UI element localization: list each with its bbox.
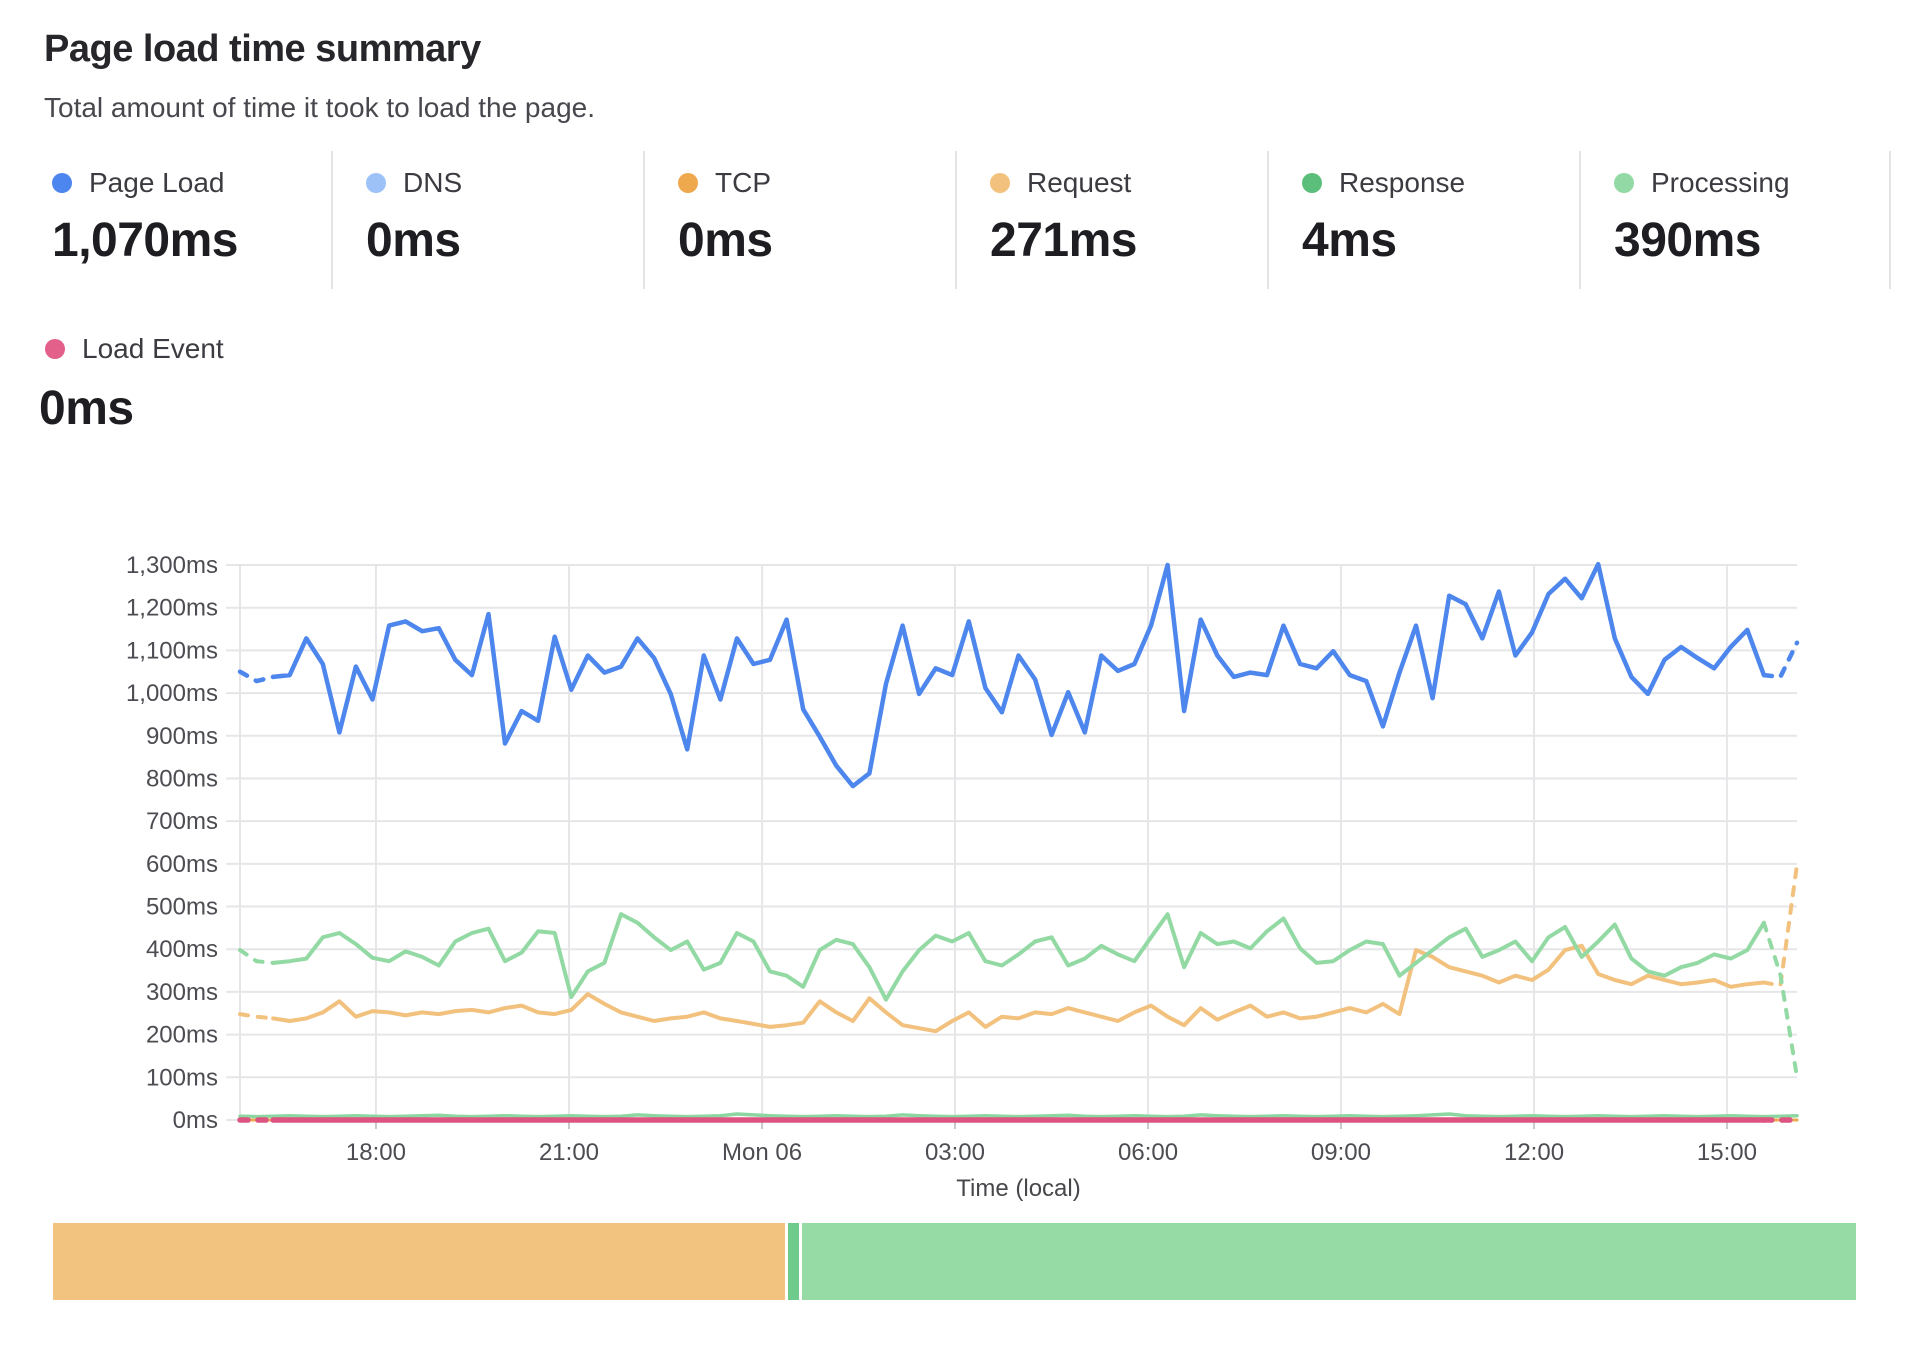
- x-axis-label: Mon 06: [722, 1139, 802, 1166]
- y-axis-label: 500ms: [146, 894, 218, 921]
- y-axis-label: 1,000ms: [126, 680, 218, 707]
- x-axis-label: 09:00: [1311, 1139, 1371, 1166]
- y-axis-label: 200ms: [146, 1022, 218, 1049]
- request-line[interactable]: [273, 946, 1764, 1031]
- y-axis-label: 400ms: [146, 936, 218, 963]
- processing-line-dashed[interactable]: [1764, 923, 1797, 1078]
- x-axis-label: 03:00: [925, 1139, 985, 1166]
- page-load-line[interactable]: [273, 564, 1764, 786]
- page-load-line-dashed[interactable]: [1764, 643, 1797, 677]
- y-axis-label: 800ms: [146, 765, 218, 792]
- x-axis-label: 21:00: [539, 1139, 599, 1166]
- y-axis-label: 700ms: [146, 808, 218, 835]
- processing-line-dashed[interactable]: [240, 950, 273, 963]
- y-axis-label: 1,100ms: [126, 637, 218, 664]
- y-axis-label: 600ms: [146, 851, 218, 878]
- y-axis-label: 900ms: [146, 723, 218, 750]
- request-line-dashed[interactable]: [1764, 865, 1797, 986]
- x-axis-label: 06:00: [1118, 1139, 1178, 1166]
- processing-line[interactable]: [273, 914, 1764, 999]
- x-axis-label: 18:00: [346, 1139, 406, 1166]
- x-axis-title: Time (local): [956, 1175, 1080, 1202]
- response-line[interactable]: [240, 1114, 1797, 1117]
- x-axis-label: 15:00: [1697, 1139, 1757, 1166]
- x-axis-label: 12:00: [1504, 1139, 1564, 1166]
- request-line-dashed[interactable]: [240, 1014, 273, 1018]
- request-bar-segment[interactable]: [53, 1223, 785, 1300]
- y-axis-label: 300ms: [146, 979, 218, 1006]
- processing-bar-segment[interactable]: [802, 1223, 1856, 1300]
- page-load-chart-svg[interactable]: 0ms 100ms 200ms 300ms 400ms 500ms 600ms 700ms 80…: [0, 0, 1910, 1352]
- y-axis-label: 1,200ms: [126, 595, 218, 622]
- y-axis-label: 100ms: [146, 1064, 218, 1091]
- page-load-summary-panel: { "header": { "title": "Page load time s…: [0, 0, 1910, 1352]
- y-axis-label: 1,300ms: [126, 552, 218, 579]
- timing-breakdown-bar: [53, 1223, 1856, 1300]
- response-bar-segment[interactable]: [788, 1223, 799, 1300]
- page-load-line-dashed[interactable]: [240, 672, 273, 681]
- y-axis-label: 0ms: [173, 1107, 218, 1134]
